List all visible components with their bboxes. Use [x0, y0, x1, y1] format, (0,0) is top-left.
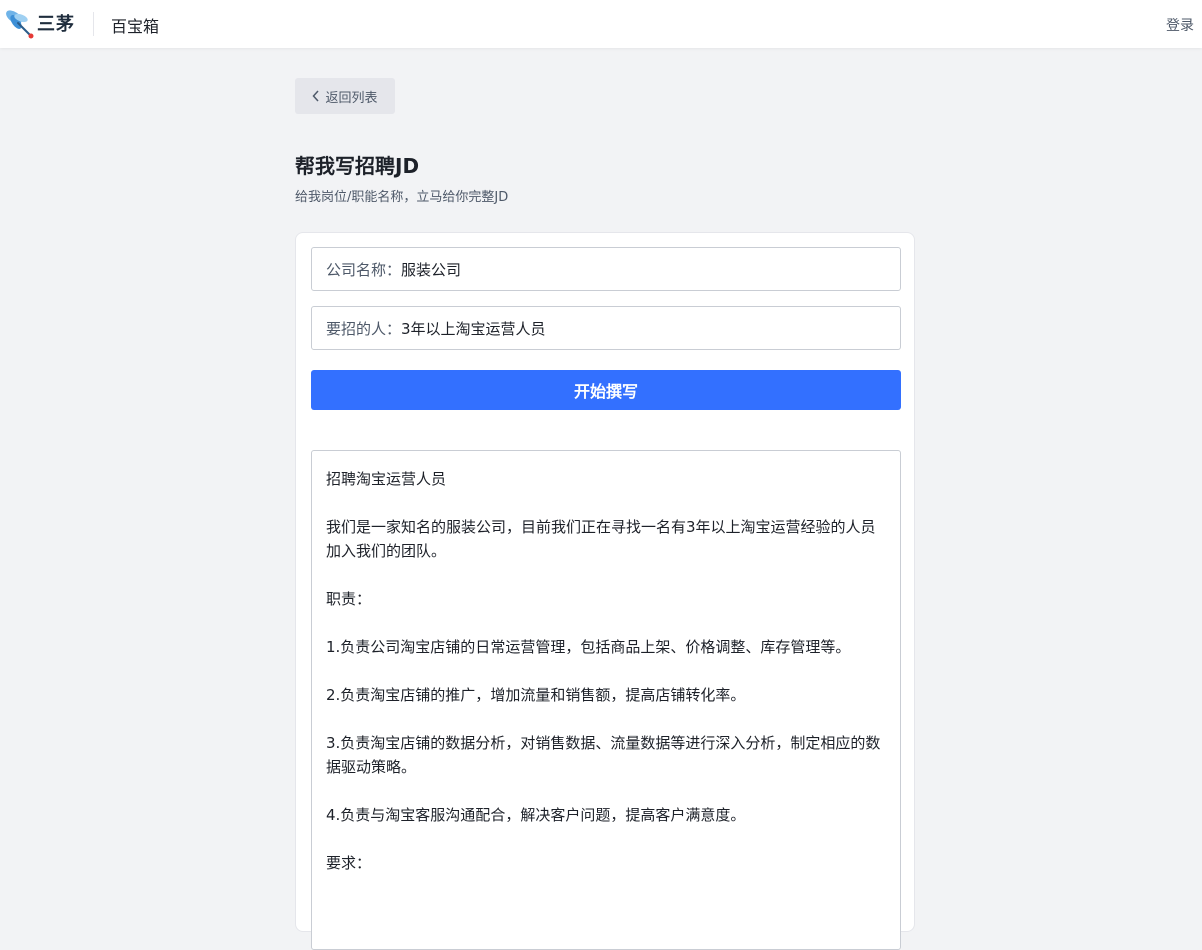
company-name-field[interactable]: 公司名称： 服装公司 [311, 247, 901, 291]
position-value[interactable]: 3年以上淘宝运营人员 [401, 318, 546, 339]
result-paragraph: 要求： [326, 854, 372, 872]
result-paragraph: 2.负责淘宝店铺的推广，增加流量和销售额，提高店铺转化率。 [326, 686, 746, 704]
dragonfly-logo-icon [6, 10, 34, 39]
nav-toolbox[interactable]: 百宝箱 [111, 13, 159, 37]
back-button-label: 返回列表 [325, 90, 378, 106]
back-to-list-button[interactable]: 返回列表 [295, 78, 395, 114]
brand-logo[interactable]: 三茅 [4, 6, 76, 40]
chevron-left-icon [312, 90, 320, 102]
position-label: 要招的人： [326, 319, 402, 338]
top-header: 三茅 百宝箱 登录 [0, 0, 1202, 48]
result-paragraph: 4.负责与淘宝客服沟通配合，解决客户问题，提高客户满意度。 [326, 806, 746, 824]
start-writing-button[interactable]: 开始撰写 [311, 370, 901, 410]
header-divider [93, 12, 94, 36]
result-paragraph: 职责： [326, 590, 372, 608]
company-name-label: 公司名称： [326, 260, 402, 279]
result-paragraph: 我们是一家知名的服装公司，目前我们正在寻找一名有3年以上淘宝运营经验的人员加入我… [326, 518, 876, 560]
page-title: 帮我写招聘JD [295, 154, 420, 178]
result-paragraph: 1.负责公司淘宝店铺的日常运营管理，包括商品上架、价格调整、库存管理等。 [326, 638, 851, 656]
page-subtitle: 给我岗位/职能名称，立马给你完整JD [295, 190, 509, 205]
result-paragraph: 招聘淘宝运营人员 [326, 470, 447, 488]
result-paragraph: 3.负责淘宝店铺的数据分析，对销售数据、流量数据等进行深入分析，制定相应的数据驱… [326, 734, 881, 776]
jd-form-card: 公司名称： 服装公司 要招的人： 3年以上淘宝运营人员 开始撰写 招聘淘宝运营人… [295, 232, 915, 950]
company-name-value[interactable]: 服装公司 [401, 259, 461, 280]
jd-result-textarea[interactable]: 招聘淘宝运营人员 我们是一家知名的服装公司，目前我们正在寻找一名有3年以上淘宝运… [311, 450, 901, 950]
position-field[interactable]: 要招的人： 3年以上淘宝运营人员 [311, 306, 901, 350]
login-link[interactable]: 登录 [1166, 15, 1194, 35]
brand-name: 三茅 [37, 14, 75, 35]
